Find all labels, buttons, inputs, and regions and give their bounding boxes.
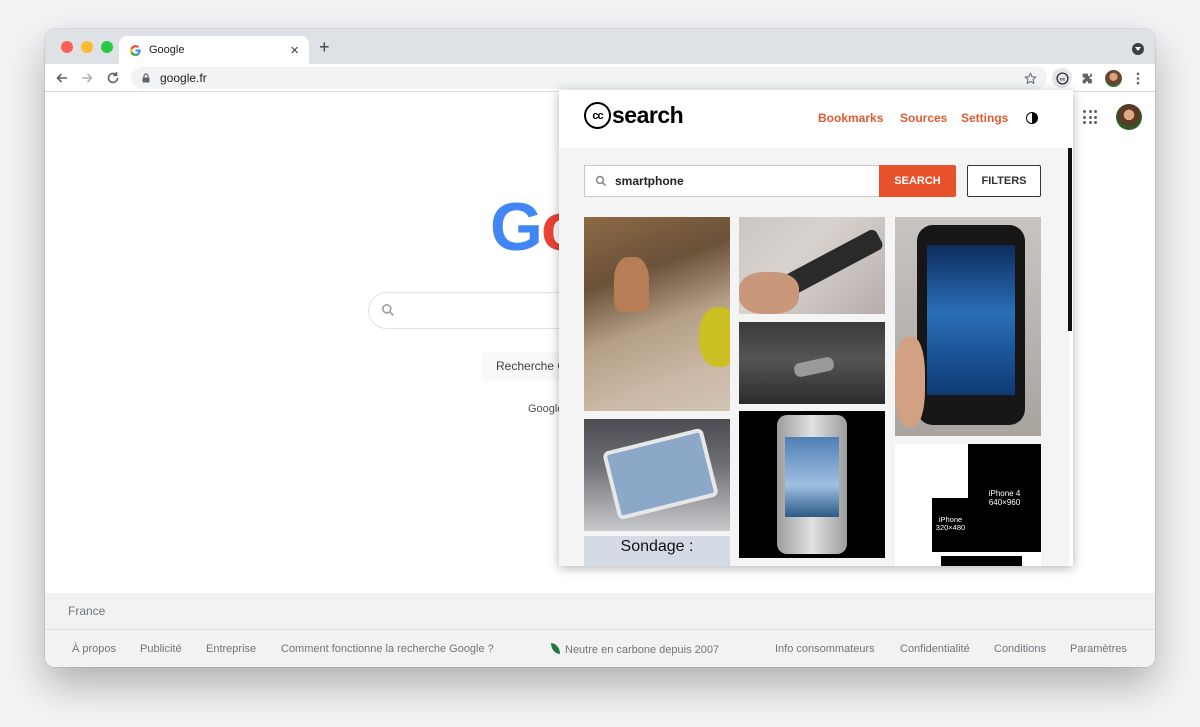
cc-search-extension-button[interactable]: cc <box>1052 68 1072 88</box>
nav-settings[interactable]: Settings <box>961 111 1008 125</box>
footer-link-advertising[interactable]: Publicité <box>140 643 182 655</box>
carbon-neutral-label: Neutre en carbone depuis 2007 <box>565 644 720 656</box>
footer-link-business[interactable]: Entreprise <box>206 643 256 655</box>
dark-mode-toggle-icon[interactable] <box>1026 112 1038 124</box>
footer-link-how-search-works[interactable]: Comment fonctionne la recherche Google ? <box>281 643 494 655</box>
image-result[interactable] <box>584 419 730 531</box>
image-result[interactable] <box>584 217 730 411</box>
footer-carbon-neutral[interactable]: Neutre en carbone depuis 2007 <box>551 643 719 656</box>
bookmark-star-button[interactable] <box>1020 68 1040 88</box>
cc-search-input[interactable]: smartphone <box>584 165 880 197</box>
cc-search-logo: cc search <box>584 102 684 129</box>
minimize-window-button[interactable] <box>81 41 93 53</box>
back-button[interactable] <box>53 69 71 87</box>
image-result[interactable]: iPhone 4 640×960 iPhone 320×480 <box>895 444 1041 566</box>
reload-button[interactable] <box>104 69 122 87</box>
lock-icon <box>142 73 150 83</box>
cc-popup-body: smartphone SEARCH FILTERS Sondage : iPho… <box>559 148 1072 566</box>
back-arrow-icon <box>56 73 67 83</box>
google-account-avatar[interactable] <box>1116 104 1142 130</box>
footer-link-privacy[interactable]: Confidentialité <box>900 643 970 655</box>
cc-popup-header: cc search Bookmarks Sources Settings <box>559 90 1069 148</box>
popup-scrollbar[interactable] <box>1068 148 1072 331</box>
extensions-button[interactable] <box>1077 68 1097 88</box>
cc-search-popup: cc search Bookmarks Sources Settings sma… <box>559 90 1073 566</box>
chrome-menu-button[interactable] <box>1128 68 1148 88</box>
google-apps-icon[interactable] <box>1083 110 1097 124</box>
google-favicon-icon <box>130 44 141 56</box>
tab-strip: Google × + <box>45 29 1155 64</box>
puzzle-icon <box>1082 73 1092 83</box>
cc-logo-icon: cc <box>584 102 611 129</box>
search-icon <box>382 304 394 316</box>
cc-filters-button[interactable]: FILTERS <box>967 165 1041 197</box>
tab-title: Google <box>149 44 185 56</box>
image-result[interactable]: Sondage : <box>584 536 730 566</box>
iphone-resolution: 320×480 <box>935 523 966 533</box>
iphone-block: iPhone 320×480 <box>932 498 969 552</box>
profile-avatar-icon <box>1104 69 1122 87</box>
footer-link-settings[interactable]: Paramètres <box>1070 643 1127 655</box>
image-result[interactable] <box>739 217 885 314</box>
new-tab-button[interactable]: + <box>319 38 330 56</box>
close-window-button[interactable] <box>61 41 73 53</box>
cc-logo-wordmark: search <box>612 102 684 128</box>
footer-link-about[interactable]: À propos <box>72 643 116 655</box>
forward-button[interactable] <box>78 69 96 87</box>
svg-text:cc: cc <box>1059 77 1065 82</box>
address-bar[interactable]: google.fr <box>131 67 1047 89</box>
nav-bookmarks[interactable]: Bookmarks <box>818 111 883 125</box>
logo-letter-g: G <box>490 189 543 265</box>
nav-sources[interactable]: Sources <box>900 111 947 125</box>
footer-country-bar: France <box>45 593 1155 630</box>
window-controls <box>61 41 113 53</box>
tab-search-icon[interactable] <box>1132 43 1144 55</box>
image-result[interactable] <box>895 217 1041 436</box>
tab-close-icon[interactable]: × <box>290 43 299 58</box>
footer-links-bar: À propos Publicité Entreprise Comment fo… <box>45 630 1155 667</box>
thumbnail-caption: Sondage : <box>620 538 694 555</box>
reload-icon <box>107 72 119 84</box>
tab-google[interactable]: Google × <box>119 36 309 64</box>
url-text: google.fr <box>160 71 207 85</box>
forward-arrow-icon <box>82 73 93 83</box>
search-icon <box>595 175 607 187</box>
footer-link-consumer-info[interactable]: Info consommateurs <box>775 643 875 655</box>
image-result[interactable] <box>739 322 885 404</box>
iphone4-resolution: 640×960 <box>988 497 1021 507</box>
maximize-window-button[interactable] <box>101 41 113 53</box>
leaf-icon <box>551 643 560 654</box>
browser-window: Google × + google.fr cc G Recherche G Go… <box>45 29 1155 667</box>
cc-extension-icon: cc <box>1055 71 1069 85</box>
iphone4-block: iPhone 4 640×960 <box>968 444 1041 552</box>
browser-toolbar: google.fr cc <box>45 64 1155 92</box>
star-icon <box>1023 71 1037 84</box>
cc-search-value: smartphone <box>615 174 684 188</box>
footer-country: France <box>68 604 106 618</box>
cc-search-button[interactable]: SEARCH <box>879 165 956 197</box>
profile-button[interactable] <box>1103 68 1123 88</box>
kebab-menu-icon <box>1136 72 1140 84</box>
image-result[interactable] <box>739 411 885 558</box>
footer-link-terms[interactable]: Conditions <box>994 643 1046 655</box>
